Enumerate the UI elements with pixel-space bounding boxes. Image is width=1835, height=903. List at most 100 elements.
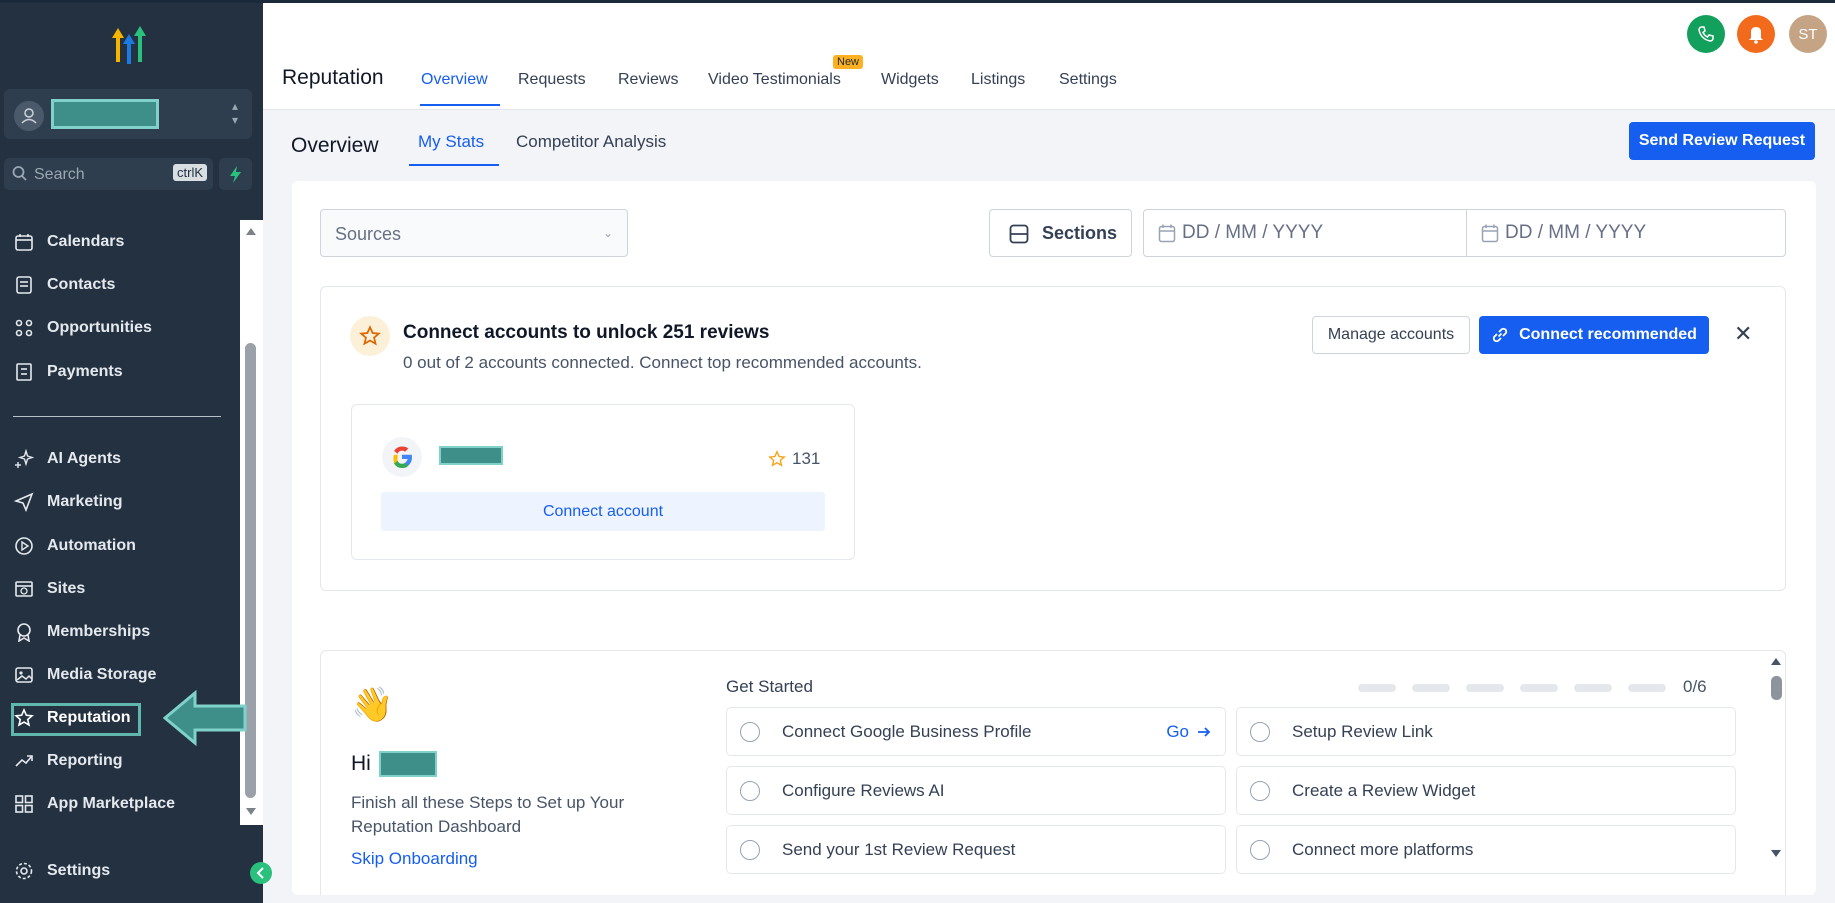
app-logo-icon[interactable] xyxy=(104,22,154,68)
user-name-redacted xyxy=(378,751,437,777)
sparkles-icon xyxy=(12,447,36,471)
google-account-name-redacted xyxy=(439,446,503,465)
task-connect-google[interactable]: Connect Google Business Profile Go xyxy=(726,707,1226,756)
scroll-up-icon[interactable] xyxy=(1771,658,1781,665)
collapse-sidebar-button[interactable] xyxy=(250,862,272,884)
sidebar-item-opportunities[interactable]: Opportunities xyxy=(12,312,242,344)
sections-label: Sections xyxy=(1042,223,1118,243)
connect-title: Connect accounts to unlock 251 reviews xyxy=(403,322,770,343)
sections-button[interactable]: Sections xyxy=(989,209,1132,257)
tab-widgets[interactable]: Widgets xyxy=(881,71,939,89)
task-checkbox[interactable] xyxy=(1250,781,1270,801)
sidebar-item-marketing[interactable]: Marketing xyxy=(12,486,242,518)
start-date-input[interactable]: DD / MM / YYYY xyxy=(1158,222,1323,244)
tab-settings[interactable]: Settings xyxy=(1059,71,1117,89)
task-label: Setup Review Link xyxy=(1292,722,1433,741)
payments-icon xyxy=(12,360,36,384)
end-date-placeholder: DD / MM / YYYY xyxy=(1505,222,1647,243)
task-configure-reviews-ai[interactable]: Configure Reviews AI xyxy=(726,766,1226,815)
user-icon xyxy=(21,108,37,124)
sidebar: ▴ ▾ Search ctrlK Calendars Contacts Oppor… xyxy=(0,0,263,903)
tab-video-testimonials[interactable]: Video Testimonials xyxy=(708,71,841,89)
sidebar-item-payments[interactable]: Payments xyxy=(12,356,242,388)
reputation-highlight-box xyxy=(11,703,141,736)
location-avatar xyxy=(14,101,44,131)
calendar-icon xyxy=(1158,224,1176,243)
main-content: Sources ⌄ Sections DD / MM / YYYY DD / M… xyxy=(292,181,1816,895)
arrow-right-icon xyxy=(1198,727,1211,737)
task-send-first-review-request[interactable]: Send your 1st Review Request xyxy=(726,825,1226,874)
skip-onboarding-link[interactable]: Skip Onboarding xyxy=(351,849,478,869)
calendar-icon xyxy=(12,230,36,254)
link-icon xyxy=(1492,327,1508,343)
sidebar-item-label: Calendars xyxy=(47,233,125,250)
date-divider xyxy=(1466,210,1467,256)
connect-recommended-button[interactable]: Connect recommended xyxy=(1479,316,1709,354)
start-date-placeholder: DD / MM / YYYY xyxy=(1182,222,1324,243)
grid-icon xyxy=(12,792,36,816)
sidebar-item-contacts[interactable]: Contacts xyxy=(12,269,242,301)
task-create-review-widget[interactable]: Create a Review Widget xyxy=(1236,766,1736,815)
search-shortcut: ctrlK xyxy=(173,164,207,181)
star-icon xyxy=(359,325,381,346)
sidebar-item-automation[interactable]: Automation xyxy=(12,530,242,562)
task-go-link[interactable]: Go xyxy=(1166,722,1211,742)
manage-accounts-button[interactable]: Manage accounts xyxy=(1312,316,1470,354)
sidebar-item-media-storage[interactable]: Media Storage xyxy=(12,659,242,691)
sidebar-item-app-marketplace[interactable]: App Marketplace xyxy=(12,788,242,820)
calendar-icon xyxy=(1481,224,1499,243)
task-checkbox[interactable] xyxy=(1250,722,1270,742)
task-checkbox[interactable] xyxy=(1250,840,1270,860)
date-range-picker[interactable]: DD / MM / YYYY DD / MM / YYYY xyxy=(1143,209,1786,257)
image-icon xyxy=(12,663,36,687)
progress-step xyxy=(1358,684,1396,692)
sources-select[interactable]: Sources ⌄ xyxy=(320,209,628,257)
search-box[interactable]: Search ctrlK xyxy=(4,158,213,190)
sidebar-item-label: Automation xyxy=(47,537,136,554)
google-logo-icon xyxy=(382,437,422,477)
sub-header: Overview My Stats Competitor Analysis Se… xyxy=(263,110,1835,167)
notifications-button[interactable] xyxy=(1737,15,1775,53)
account-switcher[interactable]: ▴ ▾ xyxy=(4,89,252,139)
scroll-up-icon[interactable] xyxy=(246,228,256,235)
sidebar-item-settings[interactable]: Settings xyxy=(12,855,242,887)
send-review-request-button[interactable]: Send Review Request xyxy=(1629,122,1815,160)
close-icon[interactable]: ✕ xyxy=(1734,323,1752,345)
task-checkbox[interactable] xyxy=(740,722,760,742)
greeting-text: Hi xyxy=(351,752,371,775)
tab-listings[interactable]: Listings xyxy=(971,71,1025,89)
google-review-count: 131 xyxy=(768,449,820,469)
section-title: Overview xyxy=(291,134,379,157)
active-tab-indicator xyxy=(420,104,500,106)
tab-reviews[interactable]: Reviews xyxy=(618,71,678,89)
end-date-input[interactable]: DD / MM / YYYY xyxy=(1481,222,1646,244)
tab-overview[interactable]: Overview xyxy=(421,71,488,89)
scrollbar-thumb[interactable] xyxy=(1771,676,1782,700)
task-checkbox[interactable] xyxy=(740,781,760,801)
quick-actions-button[interactable] xyxy=(219,158,252,190)
active-subtab-indicator xyxy=(409,164,499,166)
sidebar-item-reporting[interactable]: Reporting xyxy=(12,745,242,777)
scroll-down-icon[interactable] xyxy=(246,808,256,815)
scroll-down-icon[interactable] xyxy=(1771,850,1781,857)
sidebar-item-calendars[interactable]: Calendars xyxy=(12,226,242,258)
sections-icon xyxy=(1009,224,1029,244)
sidebar-divider xyxy=(13,416,221,417)
onboarding-scrollbar[interactable] xyxy=(1768,650,1784,895)
phone-button[interactable] xyxy=(1687,15,1725,53)
automation-icon xyxy=(12,534,36,558)
sidebar-item-memberships[interactable]: Memberships xyxy=(12,616,242,648)
task-connect-more-platforms[interactable]: Connect more platforms xyxy=(1236,825,1736,874)
sidebar-item-sites[interactable]: Sites xyxy=(12,573,242,605)
task-setup-review-link[interactable]: Setup Review Link xyxy=(1236,707,1736,756)
tab-requests[interactable]: Requests xyxy=(518,71,586,89)
user-avatar[interactable]: ST xyxy=(1789,15,1827,53)
task-checkbox[interactable] xyxy=(740,840,760,860)
sidebar-item-ai-agents[interactable]: AI Agents xyxy=(12,443,242,475)
waving-hand-icon: 👋 xyxy=(351,686,394,724)
connect-account-button[interactable]: Connect account xyxy=(381,492,825,531)
onboarding-description: Finish all these Steps to Set up Your Re… xyxy=(351,793,625,836)
tab-my-stats[interactable]: My Stats xyxy=(418,132,484,152)
tab-competitor-analysis[interactable]: Competitor Analysis xyxy=(516,132,666,152)
contacts-icon xyxy=(12,273,36,297)
